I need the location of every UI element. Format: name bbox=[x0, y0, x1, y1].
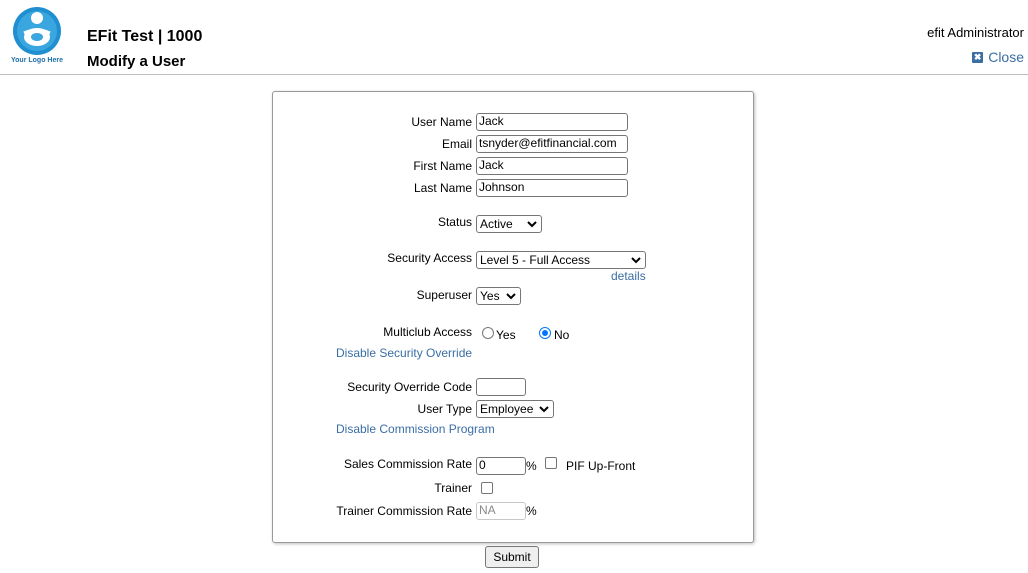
multiclub-no-radio[interactable] bbox=[539, 327, 551, 339]
security-override-code-label: Security Override Code bbox=[347, 380, 472, 394]
status-value: Active bbox=[480, 217, 513, 231]
security-access-label: Security Access bbox=[387, 251, 472, 265]
security-details-link[interactable]: details bbox=[611, 269, 646, 283]
submit-button[interactable]: Submit bbox=[485, 546, 539, 568]
chevron-down-icon bbox=[527, 221, 537, 228]
app-title: EFit Test | 1000 bbox=[87, 28, 203, 45]
superuser-select[interactable]: Yes bbox=[476, 287, 521, 305]
disable-commission-program-link[interactable]: Disable Commission Program bbox=[336, 422, 495, 436]
disable-security-override-link[interactable]: Disable Security Override bbox=[336, 346, 472, 360]
multiclub-no-label: No bbox=[554, 328, 570, 342]
page-header: Your Logo Here EFit Test | 1000 Modify a… bbox=[0, 0, 1028, 75]
last-name-label: Last Name bbox=[413, 181, 472, 195]
user-type-select[interactable]: Employee bbox=[476, 400, 554, 418]
close-link[interactable]: ✖ Close bbox=[972, 49, 1024, 65]
first-name-label: First Name bbox=[413, 159, 472, 173]
trainer-checkbox[interactable] bbox=[481, 482, 493, 494]
email-input[interactable]: tsnyder@efitfinancial.com bbox=[476, 135, 628, 153]
close-icon: ✖ bbox=[972, 51, 984, 63]
trainer-label: Trainer bbox=[434, 481, 472, 495]
last-name-input[interactable]: Johnson bbox=[476, 179, 628, 197]
multiclub-access-label: Multiclub Access bbox=[383, 325, 472, 339]
status-select[interactable]: Active bbox=[476, 215, 542, 233]
user-name-input[interactable]: Jack bbox=[476, 113, 628, 131]
email-label: Email bbox=[441, 137, 472, 151]
sales-commission-rate-input[interactable]: 0 bbox=[476, 457, 526, 475]
company-logo: Your Logo Here bbox=[8, 7, 66, 69]
user-name-label: User Name bbox=[411, 115, 472, 129]
trainer-commission-unit: % bbox=[526, 504, 537, 518]
current-user-name: efit Administrator bbox=[927, 25, 1024, 40]
trainer-commission-rate-label: Trainer Commission Rate bbox=[336, 504, 472, 518]
pif-up-front-label: PIF Up-Front bbox=[566, 459, 636, 473]
chevron-down-icon bbox=[539, 406, 549, 413]
security-override-code-input[interactable] bbox=[476, 378, 526, 396]
superuser-label: Superuser bbox=[416, 288, 472, 302]
superuser-value: Yes bbox=[480, 289, 500, 303]
user-type-value: Employee bbox=[480, 402, 534, 416]
pif-up-front-checkbox[interactable] bbox=[545, 457, 557, 469]
status-label: Status bbox=[437, 215, 472, 229]
page-title: Modify a User bbox=[87, 53, 186, 70]
chevron-down-icon bbox=[506, 293, 516, 300]
multiclub-yes-radio[interactable] bbox=[482, 327, 494, 339]
first-name-input[interactable]: Jack bbox=[476, 157, 628, 175]
sales-commission-unit: % bbox=[526, 459, 537, 473]
close-label: Close bbox=[988, 49, 1024, 65]
user-type-label: User Type bbox=[417, 402, 472, 416]
sales-commission-rate-label: Sales Commission Rate bbox=[343, 457, 472, 471]
trainer-commission-rate-input[interactable]: NA bbox=[476, 502, 526, 520]
chevron-down-icon bbox=[631, 257, 641, 264]
logo-icon bbox=[13, 7, 61, 55]
security-access-select[interactable]: Level 5 - Full Access bbox=[476, 251, 646, 269]
multiclub-yes-label: Yes bbox=[496, 328, 516, 342]
logo-text: Your Logo Here bbox=[11, 57, 63, 64]
security-access-value: Level 5 - Full Access bbox=[480, 253, 591, 267]
